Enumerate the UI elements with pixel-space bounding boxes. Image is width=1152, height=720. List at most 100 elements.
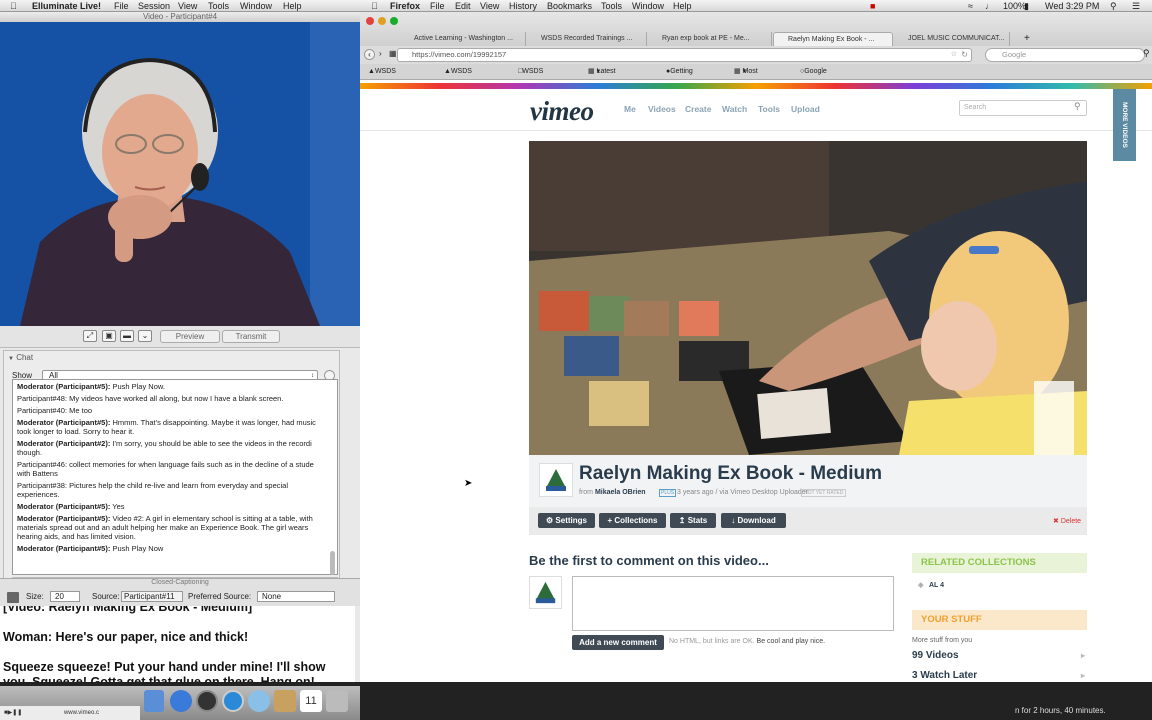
comment-textarea[interactable] (572, 576, 894, 631)
preferred-source-select[interactable]: None (257, 591, 335, 602)
ff-menu-file[interactable]: File (430, 0, 445, 12)
menu-window[interactable]: Window (240, 0, 272, 12)
star-icon[interactable]: ☆ (951, 49, 957, 61)
clock[interactable]: Wed 3:29 PM (1045, 0, 1099, 12)
bookmark-wsds-live[interactable]: ▲ WSDS Live library (368, 64, 396, 107)
more-videos-tab[interactable]: MORE VIDEOS (1113, 89, 1136, 161)
ff-menu-bookmarks[interactable]: Bookmarks (547, 0, 592, 12)
nav-me[interactable]: Me (624, 104, 636, 114)
videos-count-link[interactable]: 99 Videos ▸ (912, 650, 1087, 661)
author-avatar[interactable] (539, 463, 573, 497)
nav-watch[interactable]: Watch (722, 104, 747, 114)
tab-joel-music[interactable]: JOEL MUSIC COMMUNICAT... (894, 32, 1010, 46)
chat-collapse-icon[interactable]: ▼ (8, 356, 14, 362)
app-menu[interactable]: Elluminate Live! (32, 0, 101, 12)
reader-icon[interactable]: ▦ (389, 49, 397, 59)
battery-icon[interactable]: ▮ (1024, 0, 1029, 12)
ff-menu-edit[interactable]: Edit (455, 0, 471, 12)
ff-menu-window[interactable]: Window (632, 0, 664, 12)
nav-tools[interactable]: Tools (758, 104, 780, 114)
finder-dock-icon[interactable] (144, 690, 164, 712)
video-option-1-icon[interactable]: ⤢ (83, 330, 97, 342)
safari-dock-icon[interactable] (222, 690, 244, 712)
url-input[interactable]: https://vimeo.com/19992157 ☆ ↻ (397, 48, 972, 62)
reload-icon[interactable]: ↻ (961, 49, 968, 61)
ff-app-menu[interactable]: Firefox (390, 0, 420, 12)
contacts-dock-icon[interactable] (274, 690, 296, 712)
chat-panel: ▼ Chat Show All ↕ Moderator (Participant… (3, 350, 340, 588)
watch-later-link[interactable]: 3 Watch Later ▸ (912, 670, 1087, 681)
vimeo-logo[interactable]: vimeo (530, 96, 594, 127)
video-player[interactable] (529, 141, 1087, 455)
tab-active-learning[interactable]: Active Learning - Washington ... (400, 32, 526, 46)
source-button[interactable]: Participant#11 (121, 591, 183, 602)
vimeo-search-input[interactable]: Search (959, 100, 1087, 116)
delete-button[interactable]: ✖ Delete (1053, 517, 1081, 525)
tab-wsds-recorded[interactable]: WSDS Recorded Trainings ... (527, 32, 647, 46)
notification-icon[interactable]: ☰ (1132, 0, 1140, 12)
video-option-4-icon[interactable]: ⌄ (138, 330, 152, 342)
menu-tools[interactable]: Tools (208, 0, 229, 12)
transmit-button[interactable]: Transmit (222, 330, 280, 343)
volume-icon[interactable]: ♩ (985, 0, 994, 12)
add-comment-button[interactable]: Add a new comment (572, 635, 664, 650)
preview-dock-icon[interactable] (326, 690, 348, 712)
spotlight-icon[interactable]: ⚲ (1110, 0, 1117, 12)
menu-bar:  Elluminate Live! File Session View Too… (0, 0, 1152, 12)
size-select[interactable]: 20 (50, 591, 80, 602)
bookmark-wsds-web[interactable]: □ WSDS web page (518, 64, 543, 107)
menu-view[interactable]: View (178, 0, 197, 12)
close-window-icon[interactable] (366, 17, 374, 25)
nav-videos[interactable]: Videos (648, 104, 676, 114)
captioning-title: Closed-Captioning (151, 579, 209, 586)
stats-button[interactable]: ↥ Stats (670, 513, 716, 528)
minimize-window-icon[interactable] (378, 17, 386, 25)
back-button-icon[interactable]: ‹ (364, 49, 375, 60)
video-option-3-icon[interactable]: ▬ (120, 330, 134, 342)
search-input[interactable]: Google (985, 48, 1145, 62)
launchpad-dock-icon[interactable] (196, 690, 218, 712)
ff-menu-tools[interactable]: Tools (601, 0, 622, 12)
ff-menu-history[interactable]: History (509, 0, 537, 12)
bookmark-wsds-dev[interactable]: ▲ WSDS Dev Library (444, 64, 472, 107)
nav-create[interactable]: Create (685, 104, 711, 114)
chat-scrollbar[interactable] (330, 551, 335, 575)
tab-raelyn[interactable]: Raelyn Making Ex Book - ... (773, 32, 893, 46)
battery-label[interactable]: 100% (1003, 0, 1026, 12)
wifi-icon[interactable]: ≈ (968, 0, 973, 12)
taskbar-url[interactable]: www.vimeo.c (64, 710, 99, 716)
new-tab-button[interactable]: + (1024, 32, 1030, 46)
app-store-dock-icon[interactable] (170, 690, 192, 712)
forward-button-icon[interactable]: › (379, 49, 388, 60)
chat-text: Yes (110, 502, 125, 511)
menu-file[interactable]: File (114, 0, 129, 12)
preview-button[interactable]: Preview (160, 330, 220, 343)
bookmark-getting-started[interactable]: ● Getting Started (666, 64, 693, 91)
settings-button[interactable]: ⚙ Settings (538, 513, 595, 528)
author-link[interactable]: Mikaela OBrien (595, 489, 646, 496)
media-controls-icon[interactable]: ■▶❚❚ (4, 710, 22, 716)
ff-menu-view[interactable]: View (480, 0, 499, 12)
apple-menu-icon[interactable]:  (10, 0, 17, 12)
nav-upload[interactable]: Upload (791, 104, 820, 114)
search-icon[interactable]: ⚲ (1143, 48, 1150, 59)
zoom-window-icon[interactable] (390, 17, 398, 25)
ff-menu-help[interactable]: Help (673, 0, 692, 12)
related-collection-item[interactable]: ◈ AL 4 (918, 581, 944, 589)
video-option-2-icon[interactable]: ▣ (102, 330, 116, 342)
bookmark-most-visited[interactable]: ▦ Most Visited ▾ (734, 64, 763, 91)
menu-session[interactable]: Session (138, 0, 170, 12)
bookmark-google[interactable]: ○ Google (800, 64, 827, 80)
tab-ryan-exp-book[interactable]: Ryan exp book at PE - Me... (648, 32, 772, 46)
mail-dock-icon[interactable] (248, 690, 270, 712)
menu-help[interactable]: Help (283, 0, 302, 12)
save-icon[interactable] (7, 592, 19, 603)
download-button[interactable]: ↓ Download (721, 513, 786, 528)
calendar-dock-icon[interactable]: 11 (300, 690, 322, 712)
collections-button[interactable]: + Collections (599, 513, 666, 528)
status-icon[interactable]: ■ (870, 0, 875, 12)
chat-log[interactable]: Moderator (Participant#5): Push Play Now… (12, 379, 338, 575)
bookmark-latest-headlines[interactable]: ▦ Latest Headlines ▾ (588, 64, 628, 91)
vimeo-search-icon[interactable]: ⚲ (1074, 101, 1081, 112)
apple-menu-icon-2[interactable]:  (371, 0, 378, 12)
